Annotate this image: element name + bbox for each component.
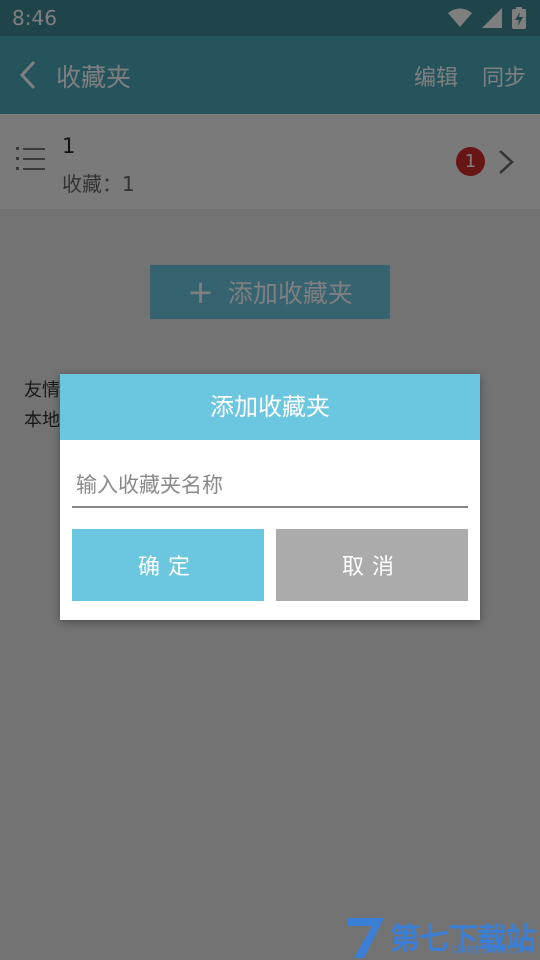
watermark-logo: 第七下载站 danji100.com	[344, 912, 540, 960]
cancel-button[interactable]: 取消	[276, 529, 468, 601]
confirm-button[interactable]: 确定	[72, 529, 264, 601]
folder-name-input[interactable]	[72, 464, 468, 508]
add-folder-dialog: 添加收藏夹 确定 取消	[60, 374, 480, 620]
watermark-emblem-icon	[348, 918, 384, 958]
watermark-url: danji100.com	[452, 942, 534, 956]
dialog-title: 添加收藏夹	[60, 374, 480, 440]
